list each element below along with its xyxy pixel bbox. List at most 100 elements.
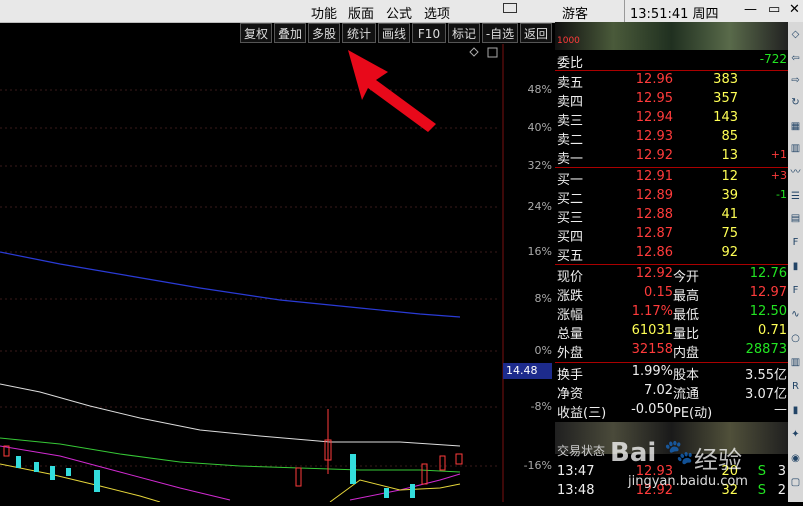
mail-icon[interactable]: [503, 3, 517, 13]
watermark-brand-2: 经验: [694, 446, 742, 474]
bar-chart-icon[interactable]: ▮: [789, 404, 802, 418]
kline-chart[interactable]: 48% 40% 32% 24% 16% 8% 0% -8% -16% 14.48: [0, 44, 552, 503]
multi-stock-button[interactable]: 多股: [308, 23, 340, 43]
circle-icon[interactable]: ○: [789, 332, 802, 346]
stat-label: 量比: [673, 327, 700, 342]
user-label[interactable]: 游客: [562, 3, 588, 22]
wave-icon[interactable]: ∿: [789, 308, 802, 322]
pointer-arrow-icon: [348, 50, 436, 132]
magenta-ma-line: [0, 445, 231, 501]
arrow-icon[interactable]: ⇨: [789, 74, 802, 88]
ask-volume: 357: [713, 91, 738, 106]
draw-line-button[interactable]: 画线: [378, 23, 410, 43]
candle: [295, 467, 302, 487]
menu-function[interactable]: 功能: [311, 3, 337, 22]
bid-row[interactable]: 买四 12.87 75: [555, 226, 788, 245]
menu-divider: [624, 0, 625, 22]
ask-price: 12.96: [635, 72, 673, 87]
bid-label: 买四: [557, 230, 584, 245]
clock: 13:51:41 周四: [630, 7, 719, 22]
globe-icon[interactable]: ◉: [789, 452, 802, 466]
restore-rights-button[interactable]: 复权: [240, 23, 272, 43]
ask-price: 12.94: [635, 110, 673, 125]
bid-label: 买一: [557, 173, 584, 188]
stat-value: 1.99%: [631, 364, 673, 379]
y-axis-label: 32%: [527, 159, 552, 172]
stat-value: —: [774, 402, 787, 417]
ask-label: 卖一: [557, 152, 584, 167]
stat-row: 净资 7.02 流通 3.07亿: [555, 383, 788, 402]
grid-icon[interactable]: ▦: [789, 120, 802, 134]
paw-icon: 🐾: [664, 438, 694, 466]
minimize-button[interactable]: —: [744, 2, 757, 17]
menu-formula[interactable]: 公式: [386, 3, 412, 22]
chart-icon[interactable]: ▥: [789, 356, 802, 370]
statistics-button[interactable]: 统计: [342, 23, 376, 43]
restore-button[interactable]: ▭: [768, 2, 780, 17]
stat-label: 净资: [557, 387, 584, 402]
star-icon[interactable]: ✦: [789, 428, 802, 442]
mark-button[interactable]: 标记: [448, 23, 480, 43]
stat-label: 收益(三): [557, 406, 607, 421]
watermark-url: jingyan.baidu.com: [628, 474, 748, 489]
bar-chart-icon[interactable]: ▮: [789, 260, 802, 274]
stat-value: 12.92: [635, 266, 673, 281]
ask-row[interactable]: 卖二 12.93 85: [555, 129, 788, 148]
menu-layout[interactable]: 版面: [348, 3, 374, 22]
quote-panel: 1000 委比 -722 卖五 12.96 383 卖四 12.95 357 卖…: [555, 22, 788, 502]
bid-row[interactable]: 买五 12.86 92: [555, 245, 788, 264]
white-ma-line: [0, 383, 461, 447]
bid-row[interactable]: 买一 12.91 12 +3: [555, 169, 788, 188]
f-icon[interactable]: F: [789, 284, 802, 298]
green-ma-line: [0, 437, 461, 473]
bid-row[interactable]: 买二 12.89 39 -1: [555, 188, 788, 207]
ask-price: 12.92: [635, 148, 673, 163]
candle: [34, 462, 39, 472]
y-axis-label: 40%: [527, 121, 552, 134]
bid-volume: 92: [721, 245, 738, 260]
diamond-icon: [469, 47, 479, 57]
menu-bar: 功能 版面 公式 选项 游客 13:51:41 周四 — ▭ ✕: [0, 0, 803, 23]
ask-price: 12.93: [635, 129, 673, 144]
f-icon[interactable]: F: [789, 236, 802, 250]
back-button[interactable]: 返回: [520, 23, 552, 43]
line-chart-icon[interactable]: 〰: [789, 166, 802, 180]
bid-row[interactable]: 买三 12.88 41: [555, 207, 788, 226]
stat-value: 12.97: [749, 285, 787, 300]
search-icon[interactable]: ◇: [789, 28, 802, 42]
table-icon[interactable]: ▤: [789, 212, 802, 226]
stat-label: 流通: [673, 387, 700, 402]
stat-value: -0.050: [631, 402, 673, 417]
bid-volume: 75: [721, 226, 738, 241]
ask-row[interactable]: 卖四 12.95 357: [555, 91, 788, 110]
stat-label: 今开: [673, 270, 700, 285]
ask-row[interactable]: 卖一 12.92 13 +1: [555, 148, 788, 167]
f10-button[interactable]: F10: [412, 23, 446, 43]
rs-icon[interactable]: R: [789, 380, 802, 394]
stat-row: 涨跌 0.15 最高 12.97: [555, 285, 788, 304]
stat-label: 外盘: [557, 346, 584, 361]
stat-label: 涨幅: [557, 308, 584, 323]
stat-row: 收益(三) -0.050 PE(动) —: [555, 402, 788, 421]
document-icon[interactable]: ▢: [789, 476, 802, 490]
candle: [439, 455, 446, 471]
overlay-button[interactable]: 叠加: [274, 23, 306, 43]
close-button[interactable]: ✕: [789, 2, 800, 17]
chart-icon[interactable]: ▥: [789, 142, 802, 156]
refresh-icon[interactable]: ↻: [789, 96, 802, 110]
stat-value: 12.76: [749, 266, 787, 281]
candle: [66, 468, 71, 476]
list-icon[interactable]: ☰: [789, 190, 802, 204]
candle: [350, 454, 356, 484]
chart-canvas: [0, 44, 504, 503]
stat-row: 换手 1.99% 股本 3.55亿: [555, 364, 788, 383]
arrow-icon[interactable]: ⇦: [789, 52, 802, 66]
stat-label: 最低: [673, 308, 700, 323]
bid-price: 12.89: [635, 188, 673, 203]
ask-row[interactable]: 卖五 12.96 383: [555, 72, 788, 91]
remove-watchlist-button[interactable]: -自选: [482, 23, 518, 43]
menu-options[interactable]: 选项: [424, 3, 450, 22]
bid-volume: 39: [721, 188, 738, 203]
ask-row[interactable]: 卖三 12.94 143: [555, 110, 788, 129]
y-axis-label: -16%: [523, 459, 552, 472]
